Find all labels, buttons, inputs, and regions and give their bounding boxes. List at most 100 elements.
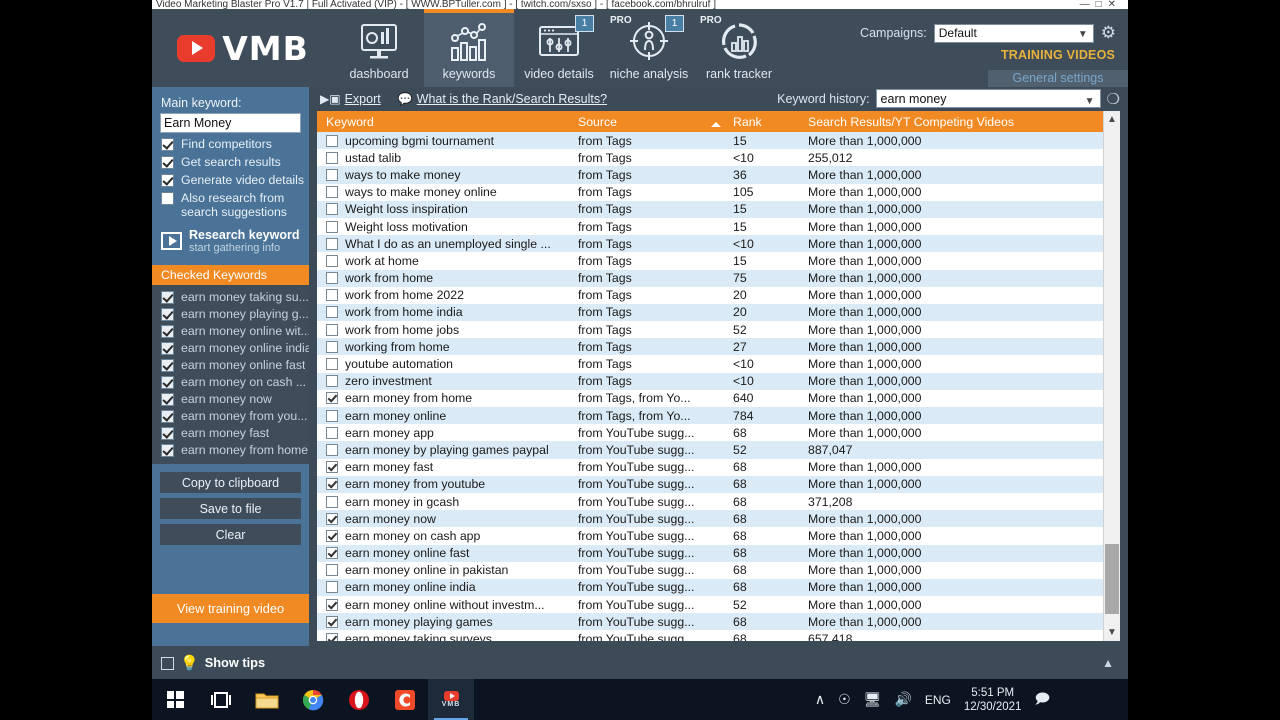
table-row[interactable]: earn money from home from Tags, from Yo..… xyxy=(317,390,1103,407)
row-checkbox[interactable] xyxy=(326,495,338,508)
main-keyword-input[interactable]: Earn Money xyxy=(160,113,301,133)
keyword-history-select[interactable]: earn money ▼ xyxy=(875,89,1101,108)
checkbox[interactable] xyxy=(161,341,174,355)
row-checkbox[interactable] xyxy=(326,323,338,336)
table-row[interactable]: work from home india from Tags 20 More than… xyxy=(317,303,1103,322)
scrollbar-thumb[interactable] xyxy=(1105,544,1119,614)
action-center-icon[interactable]: 🗩 xyxy=(1034,688,1050,712)
row-checkbox[interactable] xyxy=(326,306,338,319)
row-checkbox[interactable] xyxy=(326,547,338,560)
view-training-video-button[interactable]: View training video xyxy=(152,594,309,623)
list-item[interactable]: earn money from home xyxy=(152,441,309,458)
row-checkbox[interactable] xyxy=(326,237,338,250)
network-icon[interactable]: 🖥 xyxy=(864,691,882,708)
clock[interactable]: 5:51 PM 12/30/2021 xyxy=(964,686,1022,714)
table-row[interactable]: earn money app from YouTube sugg... 68 More… xyxy=(317,424,1103,441)
table-row[interactable]: earn money in gcash from YouTube sugg... 6… xyxy=(317,493,1103,510)
row-checkbox[interactable] xyxy=(326,461,338,474)
checkbox[interactable] xyxy=(161,392,174,406)
opera-button[interactable] xyxy=(336,679,382,720)
window-controls[interactable]: —□✕ xyxy=(1080,0,1122,9)
checkbox[interactable] xyxy=(161,443,174,457)
option-also-research[interactable]: Also research from search suggestions xyxy=(152,187,309,219)
column-header-results[interactable]: Search Results/YT Competing Videos xyxy=(799,115,1103,129)
table-row[interactable]: earn money playing games from YouTube sug… xyxy=(317,613,1103,631)
table-row[interactable]: earn money on cash app from YouTube sugg.… xyxy=(317,527,1103,544)
table-row[interactable]: working from home from Tags 27 More than 1,… xyxy=(317,338,1103,356)
task-view-button[interactable] xyxy=(198,679,244,720)
row-checkbox[interactable] xyxy=(326,186,338,199)
table-row[interactable]: youtube automation from Tags <10 More than … xyxy=(317,355,1103,372)
checkbox[interactable] xyxy=(161,324,174,338)
nav-dashboard[interactable]: dashboard xyxy=(334,9,424,87)
row-checkbox[interactable] xyxy=(326,254,338,267)
table-row[interactable]: Weight loss motivation from Tags 15 More th… xyxy=(317,218,1103,235)
row-checkbox[interactable] xyxy=(326,289,338,302)
nav-keywords[interactable]: keywords xyxy=(424,9,514,87)
checkbox-get-search-results[interactable] xyxy=(161,156,174,169)
row-checkbox[interactable] xyxy=(326,615,338,628)
table-row[interactable]: earn money taking surveys from YouTube su… xyxy=(317,630,1103,641)
option-generate-video-details[interactable]: Generate video details xyxy=(152,169,309,187)
clear-history-icon[interactable]: ❍ xyxy=(1107,90,1120,108)
clear-button[interactable]: Clear xyxy=(160,524,301,545)
start-button[interactable] xyxy=(152,679,198,720)
row-checkbox[interactable] xyxy=(326,272,338,285)
row-checkbox[interactable] xyxy=(326,375,338,388)
list-item[interactable]: earn money on cash ... xyxy=(152,373,309,390)
chrome-button[interactable] xyxy=(290,679,336,720)
training-videos-link[interactable]: TRAINING VIDEOS xyxy=(988,48,1128,62)
list-item[interactable]: earn money taking su... xyxy=(152,288,309,305)
table-row[interactable]: ways to make money online from Tags 105 Mor… xyxy=(317,184,1103,201)
row-checkbox[interactable] xyxy=(326,392,338,405)
row-checkbox[interactable] xyxy=(326,478,338,491)
table-row[interactable]: earn money by playing games paypal from Y… xyxy=(317,441,1103,459)
table-row[interactable]: work from home 2022 from Tags 20 More than … xyxy=(317,287,1103,304)
column-header-rank[interactable]: Rank xyxy=(711,115,799,129)
list-item[interactable]: earn money online fast xyxy=(152,356,309,373)
table-row[interactable]: work at home from Tags 15 More than 1,000,0… xyxy=(317,252,1103,269)
checkbox-generate-video-details[interactable] xyxy=(161,174,174,187)
list-item[interactable]: earn money playing g... xyxy=(152,305,309,322)
general-settings-button[interactable]: General settings xyxy=(988,70,1128,87)
file-explorer-button[interactable] xyxy=(244,679,290,720)
table-row[interactable]: ways to make money from Tags 36 More than 1… xyxy=(317,166,1103,184)
onedrive-icon[interactable]: ☉ xyxy=(838,691,851,708)
table-row[interactable]: earn money online from Tags, from Yo... 78… xyxy=(317,407,1103,425)
table-row[interactable]: Weight loss inspiration from Tags 15 More t… xyxy=(317,200,1103,218)
gear-icon[interactable]: ⚙ xyxy=(1101,23,1116,43)
list-item[interactable]: earn money online india xyxy=(152,339,309,356)
row-checkbox[interactable] xyxy=(326,633,338,641)
table-row[interactable]: earn money online in pakistan from YouTub… xyxy=(317,562,1103,579)
collapse-icon[interactable]: ▲ xyxy=(1102,656,1114,670)
checkbox[interactable] xyxy=(161,409,174,423)
table-row[interactable]: ustad talib from Tags <10 255,012 xyxy=(317,149,1103,166)
research-keyword-button[interactable]: Research keyword start gathering info xyxy=(152,219,309,254)
column-header-source[interactable]: Source xyxy=(569,115,724,129)
checkbox[interactable] xyxy=(161,358,174,372)
scroll-down-button[interactable]: ▼ xyxy=(1104,624,1120,641)
vertical-scrollbar[interactable]: ▲ ▼ xyxy=(1103,111,1120,641)
list-item[interactable]: earn money from you... xyxy=(152,407,309,424)
row-checkbox[interactable] xyxy=(326,529,338,542)
table-row[interactable]: work from home from Tags 75 More than 1,000… xyxy=(317,269,1103,287)
table-row[interactable]: earn money fast from YouTube sugg... 68 Mor… xyxy=(317,459,1103,476)
checkbox[interactable] xyxy=(161,307,174,321)
scroll-up-button[interactable]: ▲ xyxy=(1104,111,1120,128)
row-checkbox[interactable] xyxy=(326,512,338,525)
nav-rank-tracker[interactable]: PRO rank tracker xyxy=(694,9,784,87)
row-checkbox[interactable] xyxy=(326,203,338,216)
camtasia-button[interactable] xyxy=(382,679,428,720)
option-find-competitors[interactable]: Find competitors xyxy=(152,133,309,151)
table-row[interactable]: work from home jobs from Tags 52 More than … xyxy=(317,321,1103,338)
row-checkbox[interactable] xyxy=(326,598,338,611)
nav-video-details[interactable]: 1 video details xyxy=(514,9,604,87)
table-row[interactable]: earn money from youtube from YouTube sugg… xyxy=(317,475,1103,493)
option-get-search-results[interactable]: Get search results xyxy=(152,151,309,169)
row-checkbox[interactable] xyxy=(326,134,338,147)
vmb-button[interactable]: VMB xyxy=(428,679,474,720)
row-checkbox[interactable] xyxy=(326,340,338,353)
rank-help-link[interactable]: 💬 What is the Rank/Search Results? xyxy=(398,90,607,108)
list-item[interactable]: earn money fast xyxy=(152,424,309,441)
row-checkbox[interactable] xyxy=(326,168,338,181)
